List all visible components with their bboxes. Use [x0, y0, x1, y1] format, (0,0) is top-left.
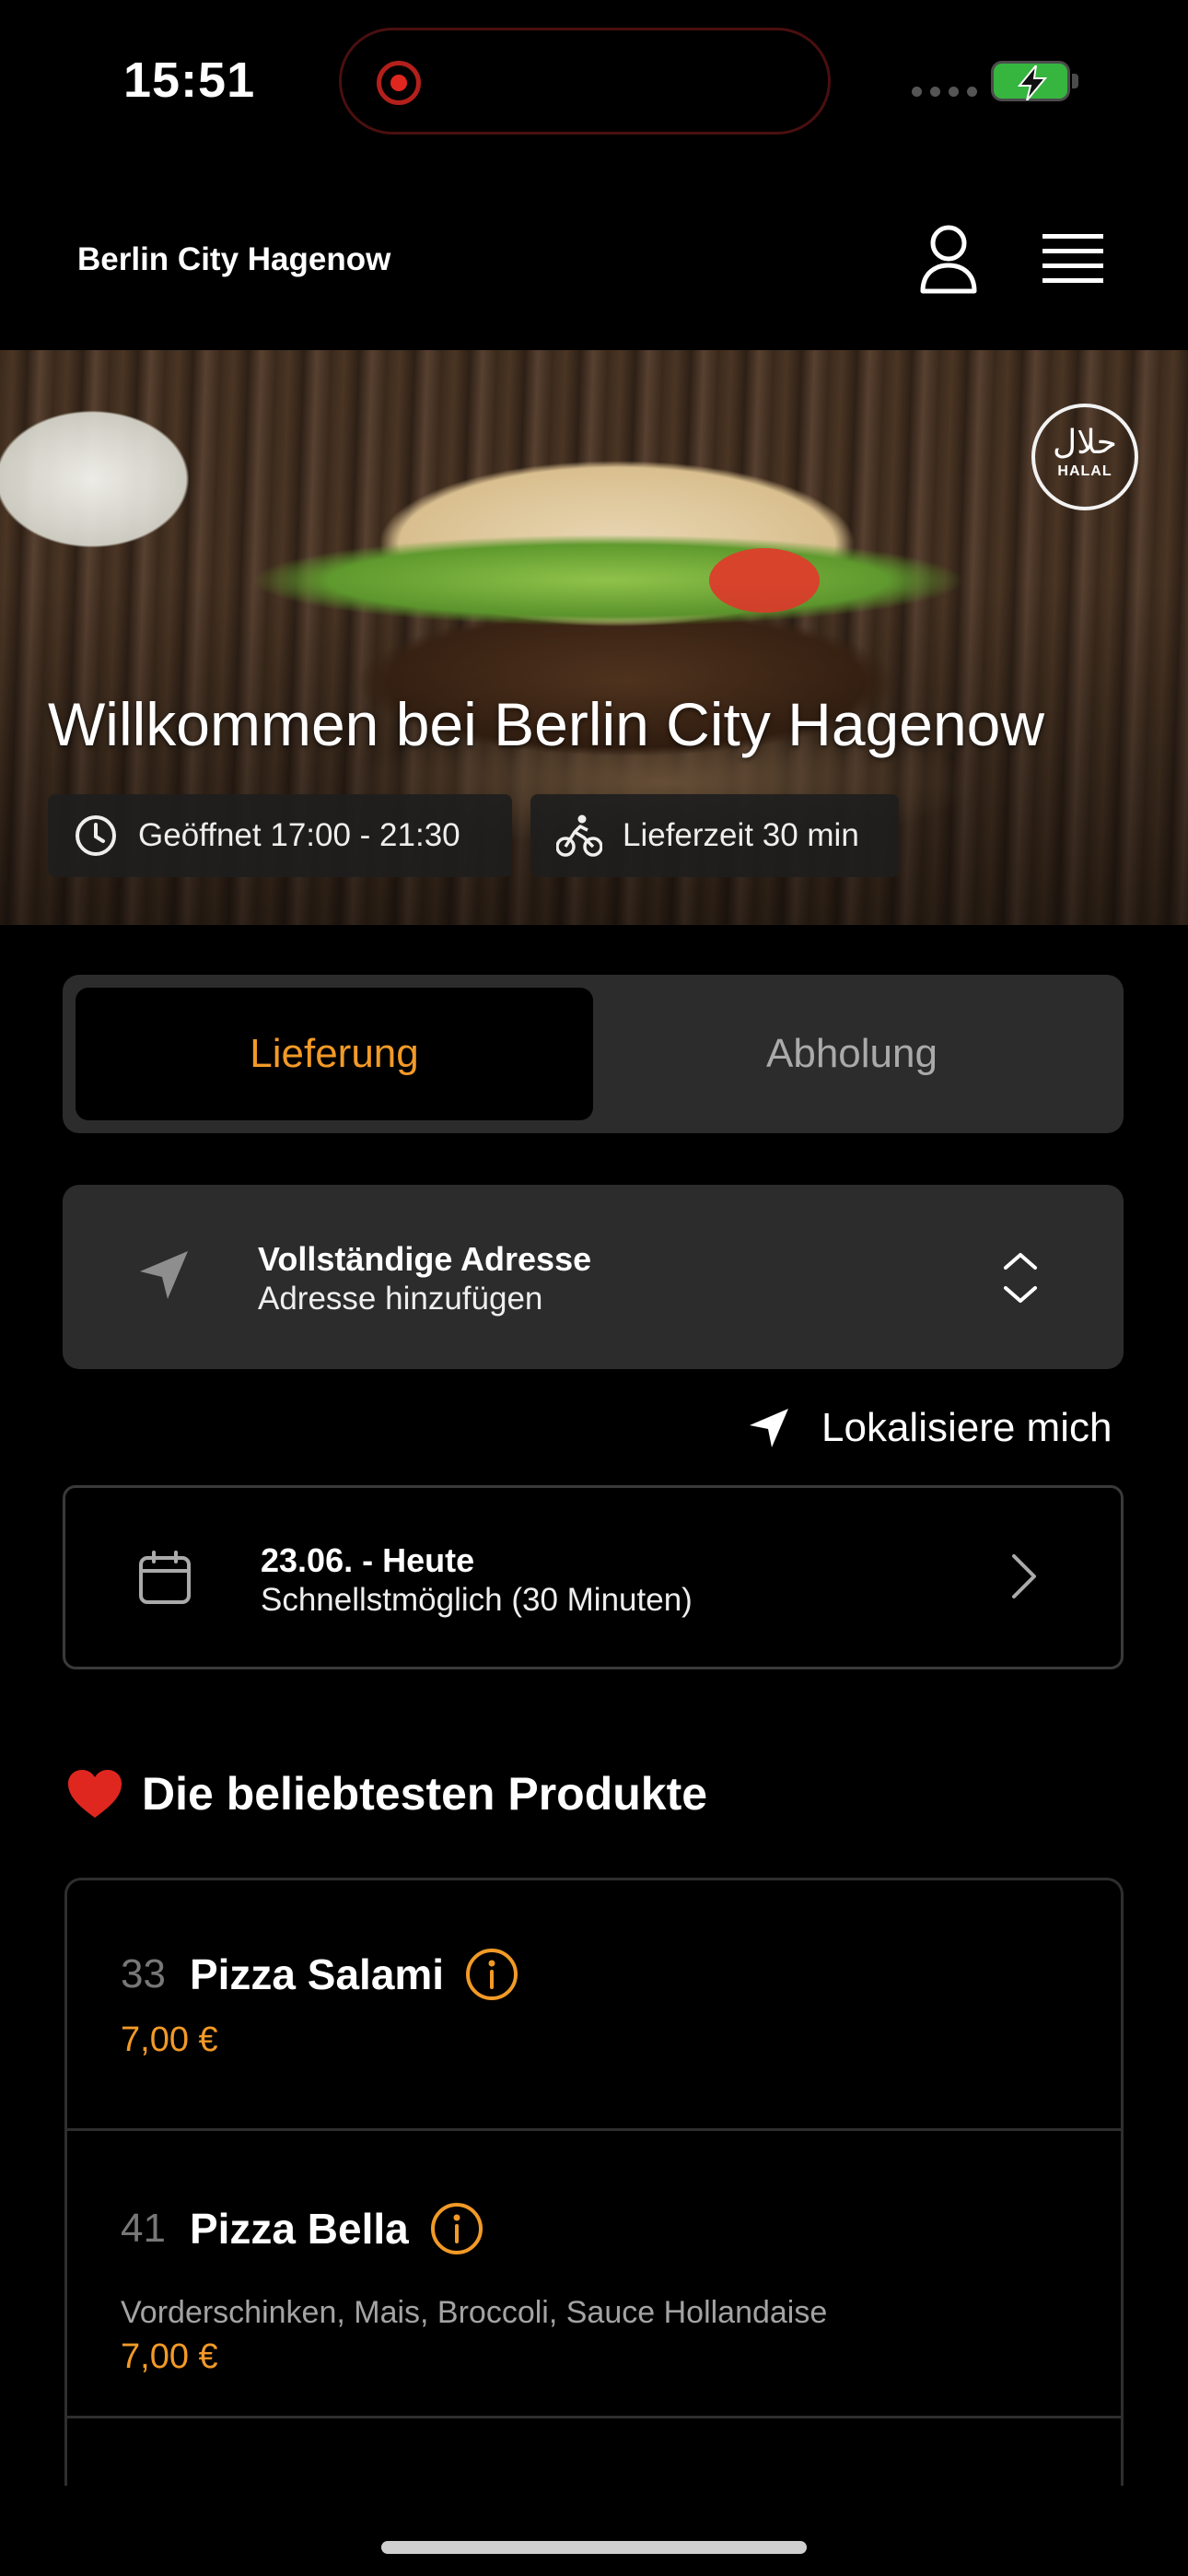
order-mode-switch: Lieferung Abholung: [63, 975, 1124, 1133]
popular-section-title: Die beliebtesten Produkte: [66, 1767, 707, 1821]
product-number: 41: [121, 2206, 166, 2251]
dynamic-island: [339, 28, 831, 135]
hero-title: Willkommen bei Berlin City Hagenow: [48, 690, 1045, 758]
updown-chevron-icon: [1004, 1253, 1037, 1303]
product-price: 7,00 €: [121, 2337, 218, 2376]
list-item[interactable]: 41 Pizza Bella Vorderschinken, Mais, Bro…: [67, 2131, 1121, 2418]
heart-icon: [68, 1770, 122, 1818]
restaurant-name: Berlin City Hagenow: [77, 241, 391, 277]
address-title: Vollständige Adresse: [258, 1240, 592, 1278]
address-placeholder: Adresse hinzufügen: [258, 1281, 543, 1317]
schedule-date: 23.06. - Heute: [261, 1541, 475, 1579]
halal-label: HALAL: [1057, 463, 1112, 479]
location-arrow-icon: [750, 1409, 788, 1447]
battery-icon: [991, 61, 1070, 101]
user-icon[interactable]: [917, 223, 980, 297]
locate-me-label: Lokalisiere mich: [821, 1405, 1112, 1450]
bike-icon: [556, 814, 602, 857]
list-item[interactable]: [67, 2418, 1121, 2486]
product-price: 7,00 €: [121, 2020, 218, 2059]
tab-pickup[interactable]: Abholung: [593, 988, 1111, 1120]
home-indicator[interactable]: [381, 2541, 807, 2554]
signal-icon: [912, 87, 977, 97]
halal-arabic-text: حلال: [1053, 424, 1117, 462]
popular-title-text: Die beliebtesten Produkte: [142, 1768, 708, 1820]
status-bar: 15:51: [0, 0, 1188, 166]
schedule-time: Schnellstmöglich (30 Minuten): [261, 1582, 693, 1618]
hero-banner: حلال HALAL Willkommen bei Berlin City Ha…: [0, 350, 1188, 925]
locate-me-link[interactable]: Lokalisiere mich: [748, 1400, 1112, 1456]
record-icon: [377, 61, 421, 105]
menu-icon[interactable]: [1042, 230, 1103, 287]
product-name: Pizza Salami: [189, 1950, 445, 1998]
delivery-time-text: Lieferzeit 30 min: [623, 817, 859, 853]
opening-hours-pill: Geöffnet 17:00 - 21:30: [48, 794, 512, 877]
battery-cap: [1072, 74, 1078, 88]
chevron-right-icon: [1012, 1554, 1036, 1598]
product-description: Vorderschinken, Mais, Broccoli, Sauce Ho…: [121, 2295, 828, 2330]
delivery-time-pill: Lieferzeit 30 min: [530, 794, 899, 877]
status-time: 15:51: [123, 53, 256, 108]
clock-icon: [76, 815, 116, 856]
product-list: 33 Pizza Salami 7,00 € 41 Pizza Bella Vo…: [64, 1878, 1124, 2486]
halal-badge: حلال HALAL: [1031, 404, 1138, 510]
tab-delivery[interactable]: Lieferung: [76, 988, 593, 1120]
address-selector[interactable]: Vollständige Adresse Adresse hinzufügen: [63, 1185, 1124, 1369]
list-item[interactable]: 33 Pizza Salami 7,00 €: [67, 1880, 1121, 2131]
product-number: 33: [121, 1951, 166, 1996]
app-header: Berlin City Hagenow: [0, 175, 1188, 350]
location-arrow-icon: [140, 1251, 188, 1299]
info-icon[interactable]: [464, 1947, 519, 2002]
calendar-icon: [139, 1551, 191, 1604]
info-icon[interactable]: [429, 2201, 484, 2256]
opening-hours-text: Geöffnet 17:00 - 21:30: [138, 817, 460, 853]
schedule-selector[interactable]: 23.06. - Heute Schnellstmöglich (30 Minu…: [63, 1485, 1124, 1669]
product-name: Pizza Bella: [189, 2205, 409, 2253]
